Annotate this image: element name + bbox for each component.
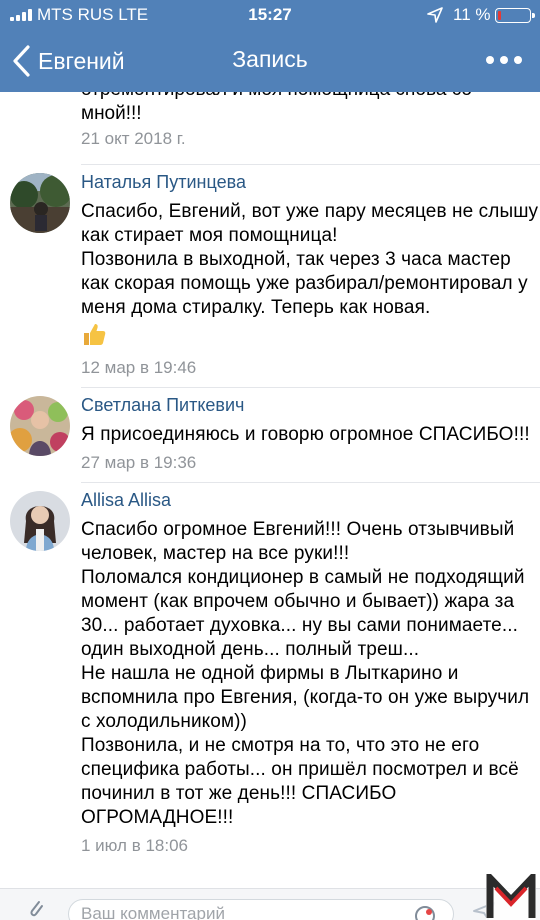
- comment-date[interactable]: 27 мар в 19:36: [81, 453, 540, 482]
- more-dots-icon[interactable]: [486, 56, 522, 64]
- battery-icon: [495, 8, 535, 23]
- battery-level: [498, 11, 501, 20]
- comment-text: Спасибо, Евгений, вот уже пару месяцев н…: [81, 201, 539, 318]
- comment-date[interactable]: 12 мар в 19:46: [81, 358, 540, 387]
- back-label: Евгений: [38, 47, 125, 74]
- paperclip-icon[interactable]: [26, 897, 46, 920]
- chevron-left-icon: [13, 45, 30, 77]
- comment-text: Спасибо огромное Евгений!!! Очень отзывч…: [81, 519, 530, 828]
- comment-text: отремонтировал и моя помощница снова со …: [81, 92, 472, 124]
- comment-text: Я присоединяюсь и говорю огромное СПАСИБ…: [81, 424, 530, 445]
- avatar[interactable]: [10, 173, 70, 233]
- comment-bar: Ваш комментарий: [0, 874, 540, 920]
- comment-date[interactable]: 1 июл в 18:06: [81, 836, 540, 865]
- comment-author[interactable]: Allisa Allisa: [81, 483, 540, 513]
- comment-input[interactable]: Ваш комментарий: [68, 899, 454, 920]
- top-bar: MTS RUS LTE 15:27 11 % Евгений Запись: [0, 0, 540, 92]
- comment-item: Allisa Allisa Спасибо огромное Евгений!!…: [10, 482, 540, 865]
- location-arrow-icon: [427, 7, 443, 23]
- avatar[interactable]: [10, 491, 70, 551]
- thumbs-up-icon: [84, 324, 106, 345]
- back-button[interactable]: Евгений: [10, 42, 125, 80]
- nav-bar: Евгений Запись: [0, 30, 540, 92]
- avatar[interactable]: [10, 396, 70, 456]
- m-logo-watermark: [486, 874, 536, 920]
- battery-percent: 11 %: [453, 5, 491, 24]
- sticker-icon[interactable]: [414, 905, 436, 920]
- comment-item: Светлана Питкевич Я присоединяюсь и гово…: [10, 387, 540, 482]
- status-bar: MTS RUS LTE 15:27 11 %: [0, 0, 540, 30]
- comment-item: Наталья Путинцева Спасибо, Евгений, вот …: [10, 164, 540, 387]
- previous-comment: отремонтировал и моя помощница снова со …: [0, 92, 540, 164]
- comment-author[interactable]: Наталья Путинцева: [81, 165, 540, 195]
- comment-author[interactable]: Светлана Питкевич: [81, 388, 540, 418]
- comments-feed[interactable]: отремонтировал и моя помощница снова со …: [0, 92, 540, 888]
- comment-date[interactable]: 21 окт 2018 г.: [81, 129, 186, 149]
